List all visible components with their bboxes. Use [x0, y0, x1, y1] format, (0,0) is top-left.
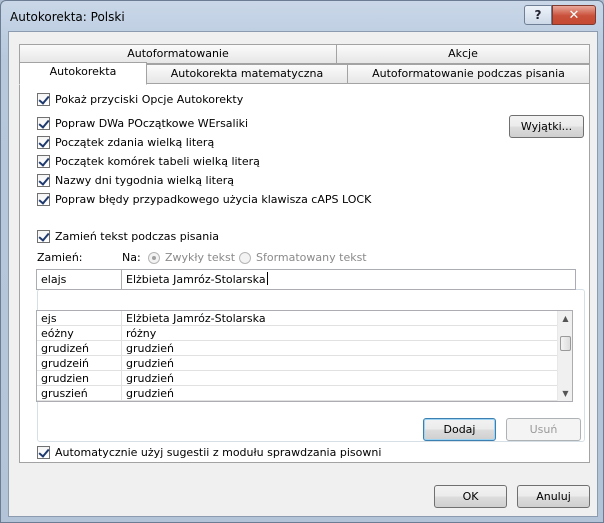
checkbox-label: Popraw DWa POczątkowe WErsaliki	[55, 117, 249, 130]
help-icon: ?	[534, 8, 542, 22]
list-item-to: grudzień	[126, 387, 175, 400]
auto-suggest-checkbox[interactable]: Automatycznie użyj sugestii z modułu spr…	[37, 446, 381, 459]
tab-label: Autoformatowanie podczas pisania	[372, 67, 565, 80]
list-item-from: grudzien	[41, 372, 90, 385]
tab-autoformatowanie-podczas-pisania[interactable]: Autoformatowanie podczas pisania	[347, 64, 590, 84]
list-item-from: gruszień	[41, 387, 88, 400]
checkbox-label: Początek zdania wielką literą	[55, 136, 215, 149]
list-item[interactable]: grudizeń grudzień	[37, 341, 562, 356]
radio-label: Zwykły tekst	[165, 251, 236, 264]
ok-button[interactable]: OK	[434, 485, 507, 508]
checkbox-label: Automatycznie użyj sugestii z modułu spr…	[55, 446, 382, 459]
checkbox-icon[interactable]	[37, 174, 50, 187]
list-scrollbar[interactable]: ▲ ▼	[557, 311, 572, 401]
checkbox-label: Zamień tekst podczas pisania	[55, 230, 220, 243]
checkbox-icon[interactable]	[37, 446, 50, 459]
fix-two-caps-checkbox[interactable]: Popraw DWa POczątkowe WErsaliki	[37, 117, 248, 130]
checkbox-label: Popraw błędy przypadkowego użycia klawis…	[55, 193, 372, 206]
checkbox-icon[interactable]	[37, 93, 50, 106]
close-button[interactable]: ✕	[552, 5, 596, 25]
tab-label: Autokorekta matematyczna	[170, 67, 324, 80]
tab-autokorekta-matematyczna[interactable]: Autokorekta matematyczna	[146, 64, 348, 84]
replacement-list[interactable]: ejs Elżbieta Jamróz-Stolarska eóżny różny …	[36, 310, 573, 402]
radio-icon[interactable]	[239, 251, 251, 264]
checkbox-label: Nazwy dni tygodnia wielką literą	[55, 174, 234, 187]
list-item-to: grudzień	[126, 372, 175, 385]
cancel-button[interactable]: Anuluj	[517, 485, 590, 508]
list-item-to: różny	[126, 327, 157, 340]
radio-icon[interactable]	[148, 251, 160, 264]
window-title: Autokorekta: Polski	[10, 10, 125, 24]
list-item-from: eóżny	[41, 327, 74, 340]
replace-text-checkbox[interactable]: Zamień tekst podczas pisania	[37, 230, 223, 243]
list-item-from: grudzeiń	[41, 357, 90, 370]
exceptions-button[interactable]: Wyjątki...	[509, 115, 584, 138]
list-item[interactable]: ejs Elżbieta Jamróz-Stolarska	[37, 311, 562, 326]
tab-label: Autoformatowanie	[127, 47, 229, 60]
list-item-from: ejs	[41, 312, 57, 325]
autocorrect-dialog: Autokorekta: Polski ? ✕ Autoformatowanie…	[0, 0, 604, 523]
tab-label: Akcje	[448, 47, 478, 60]
with-column-label: Na:	[122, 251, 141, 264]
list-item[interactable]: gruszień grudzień	[37, 386, 562, 401]
with-input-value: Elżbieta Jamróz-Stolarska	[126, 273, 266, 286]
button-label: Usuń	[529, 423, 558, 436]
list-item[interactable]: grudzeiń grudzień	[37, 356, 562, 371]
scroll-thumb[interactable]	[560, 336, 571, 351]
list-item-to: Elżbieta Jamróz-Stolarska	[126, 312, 266, 325]
button-label: Wyjątki...	[520, 120, 573, 133]
tab-label: Autokorekta	[49, 65, 117, 78]
formatted-text-radio[interactable]: Sformatowany tekst	[239, 251, 367, 264]
button-label: Anuluj	[536, 490, 571, 503]
scroll-up-icon[interactable]: ▲	[558, 311, 572, 326]
list-item[interactable]: grudzien grudzień	[37, 371, 562, 386]
day-names-checkbox[interactable]: Nazwy dni tygodnia wielką literą	[37, 174, 234, 187]
caps-lock-checkbox[interactable]: Popraw błędy przypadkowego użycia klawis…	[37, 193, 371, 206]
list-item-to: grudzień	[126, 357, 175, 370]
show-buttons-checkbox[interactable]: Pokaż przyciski Opcje Autokorekty	[37, 93, 243, 106]
list-item[interactable]: eóżny różny	[37, 326, 562, 341]
tab-autoformatowanie[interactable]: Autoformatowanie	[19, 44, 337, 64]
checkbox-icon[interactable]	[37, 155, 50, 168]
button-label: Dodaj	[443, 423, 476, 436]
scroll-down-icon[interactable]: ▼	[558, 386, 572, 401]
text-caret	[266, 272, 268, 285]
plain-text-radio[interactable]: Zwykły tekst	[148, 251, 235, 264]
checkbox-icon[interactable]	[37, 193, 50, 206]
button-label: OK	[462, 490, 479, 503]
autocorrect-panel: Pokaż przyciski Opcje Autokorekty Popraw…	[19, 83, 590, 463]
close-icon: ✕	[568, 7, 580, 23]
tab-akcje[interactable]: Akcje	[336, 44, 590, 64]
checkbox-icon[interactable]	[37, 117, 50, 130]
help-button[interactable]: ?	[524, 5, 552, 25]
delete-button[interactable]: Usuń	[506, 418, 581, 441]
tab-autokorekta[interactable]: Autokorekta	[19, 62, 147, 85]
table-cap-checkbox[interactable]: Początek komórek tabeli wielką literą	[37, 155, 260, 168]
dialog-client: Autoformatowanie Akcje Autokorekta Autok…	[8, 31, 598, 517]
list-item-from: grudizeń	[41, 342, 90, 355]
sentence-cap-checkbox[interactable]: Początek zdania wielką literą	[37, 136, 214, 149]
replace-input[interactable]: elajs	[36, 269, 122, 290]
checkbox-label: Pokaż przyciski Opcje Autokorekty	[55, 93, 244, 106]
radio-label: Sformatowany tekst	[256, 251, 367, 264]
title-bar[interactable]: Autokorekta: Polski ? ✕	[1, 1, 603, 33]
replace-column-label: Zamień:	[37, 251, 83, 264]
checkbox-icon[interactable]	[37, 136, 50, 149]
checkbox-label: Początek komórek tabeli wielką literą	[55, 155, 260, 168]
with-input[interactable]: Elżbieta Jamróz-Stolarska	[121, 269, 576, 290]
list-item-to: grudzień	[126, 342, 175, 355]
add-button[interactable]: Dodaj	[423, 418, 496, 441]
checkbox-icon[interactable]	[37, 230, 50, 243]
